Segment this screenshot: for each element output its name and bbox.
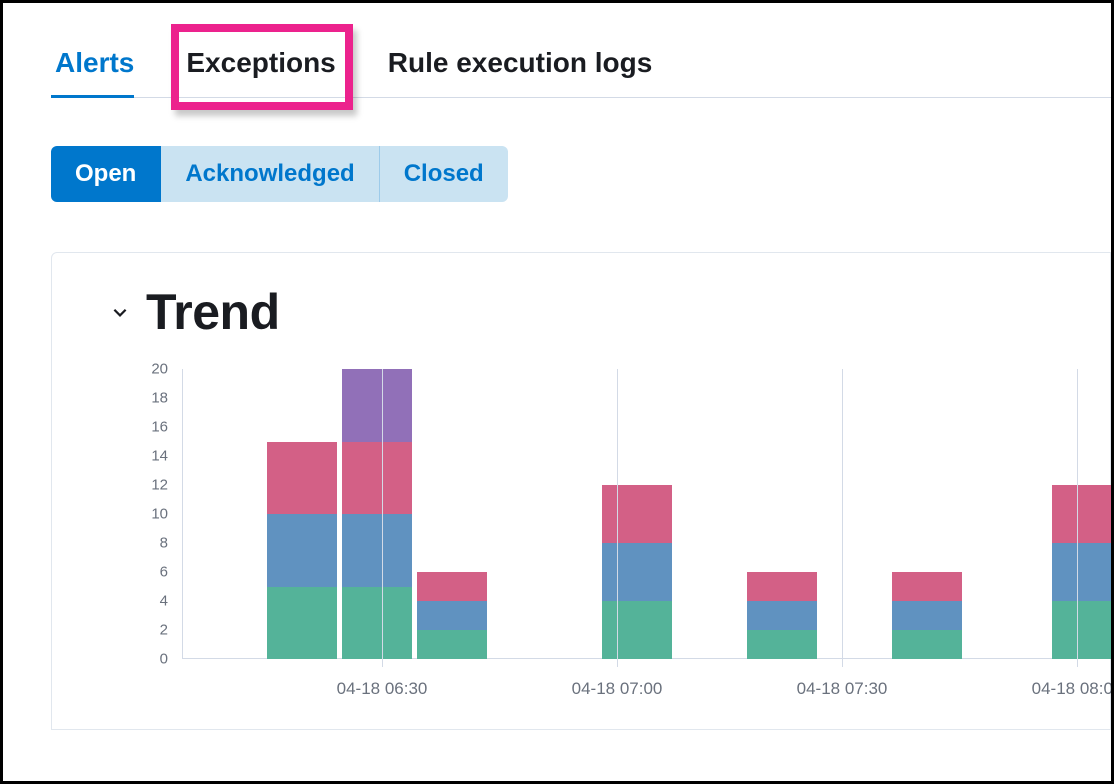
- bar-segment-pink: [892, 572, 962, 601]
- y-tick: 6: [160, 564, 168, 581]
- status-filter-group: OpenAcknowledgedClosed: [51, 146, 508, 202]
- bar-segment-green: [1052, 601, 1114, 659]
- y-tick: 20: [151, 361, 168, 378]
- y-tick: 18: [151, 390, 168, 407]
- bar-segment-green: [267, 587, 337, 660]
- bar: [892, 572, 962, 659]
- panel-title: Trend: [146, 283, 280, 341]
- bar-segment-purple: [342, 369, 412, 442]
- bars-container: [182, 369, 1110, 659]
- x-tick-label: 04-18 07:30: [797, 679, 888, 699]
- bar: [342, 369, 412, 659]
- x-axis-labels: 04-18 06:3004-18 07:0004-18 07:3004-18 0…: [182, 679, 1110, 709]
- trend-panel-toggle[interactable]: Trend: [110, 283, 1110, 341]
- bar-segment-blue: [267, 514, 337, 587]
- x-tick-label: 04-18 08:00: [1032, 679, 1114, 699]
- tabs: Alerts Exceptions Rule execution logs: [51, 39, 1111, 98]
- bar-segment-green: [417, 630, 487, 659]
- bar-segment-green: [892, 630, 962, 659]
- bar-segment-green: [747, 630, 817, 659]
- y-tick: 16: [151, 419, 168, 436]
- chart-plot-area: [182, 369, 1110, 659]
- x-gridline: [617, 369, 618, 667]
- bar: [1052, 485, 1114, 659]
- bar-segment-blue: [342, 514, 412, 587]
- filter-ack[interactable]: Acknowledged: [161, 146, 379, 202]
- bar: [417, 572, 487, 659]
- bar-segment-green: [602, 601, 672, 659]
- bar-segment-blue: [892, 601, 962, 630]
- bar-segment-pink: [417, 572, 487, 601]
- bar: [747, 572, 817, 659]
- bar-segment-green: [342, 587, 412, 660]
- x-gridline: [1077, 369, 1078, 667]
- filter-closed[interactable]: Closed: [380, 146, 508, 202]
- y-tick: 14: [151, 448, 168, 465]
- y-tick: 2: [160, 622, 168, 639]
- bar-segment-blue: [747, 601, 817, 630]
- bar: [602, 485, 672, 659]
- tab-alerts[interactable]: Alerts: [51, 39, 154, 97]
- bar-segment-blue: [602, 543, 672, 601]
- trend-panel: Trend 0 2 4 6 8 10 12 14 16 18 20 04-18 06:30 04-18…: [51, 252, 1111, 730]
- tab-rule-logs[interactable]: Rule execution logs: [384, 39, 673, 97]
- bar-segment-pink: [1052, 485, 1114, 543]
- bar-segment-blue: [417, 601, 487, 630]
- y-tick: 8: [160, 535, 168, 552]
- trend-chart: 02468101214161820 04-18 06:3004-18 07:00…: [82, 369, 1110, 729]
- x-tick-label: 04-18 06:30: [337, 679, 428, 699]
- x-tick-label: 04-18 07:00: [572, 679, 663, 699]
- filter-open[interactable]: Open: [51, 146, 161, 202]
- tab-exceptions[interactable]: Exceptions: [182, 39, 355, 97]
- y-tick: 12: [151, 477, 168, 494]
- x-gridline: [382, 369, 383, 667]
- y-axis: 02468101214161820: [82, 369, 182, 659]
- bar-segment-pink: [267, 442, 337, 515]
- bar-segment-pink: [747, 572, 817, 601]
- bar-segment-pink: [342, 442, 412, 515]
- bar: [267, 442, 337, 660]
- x-gridline: [842, 369, 843, 667]
- bar-segment-blue: [1052, 543, 1114, 601]
- chevron-down-icon: [110, 302, 130, 322]
- bar-segment-pink: [602, 485, 672, 543]
- y-tick: 10: [151, 506, 168, 523]
- y-tick: 4: [160, 593, 168, 610]
- y-tick: 0: [160, 651, 168, 668]
